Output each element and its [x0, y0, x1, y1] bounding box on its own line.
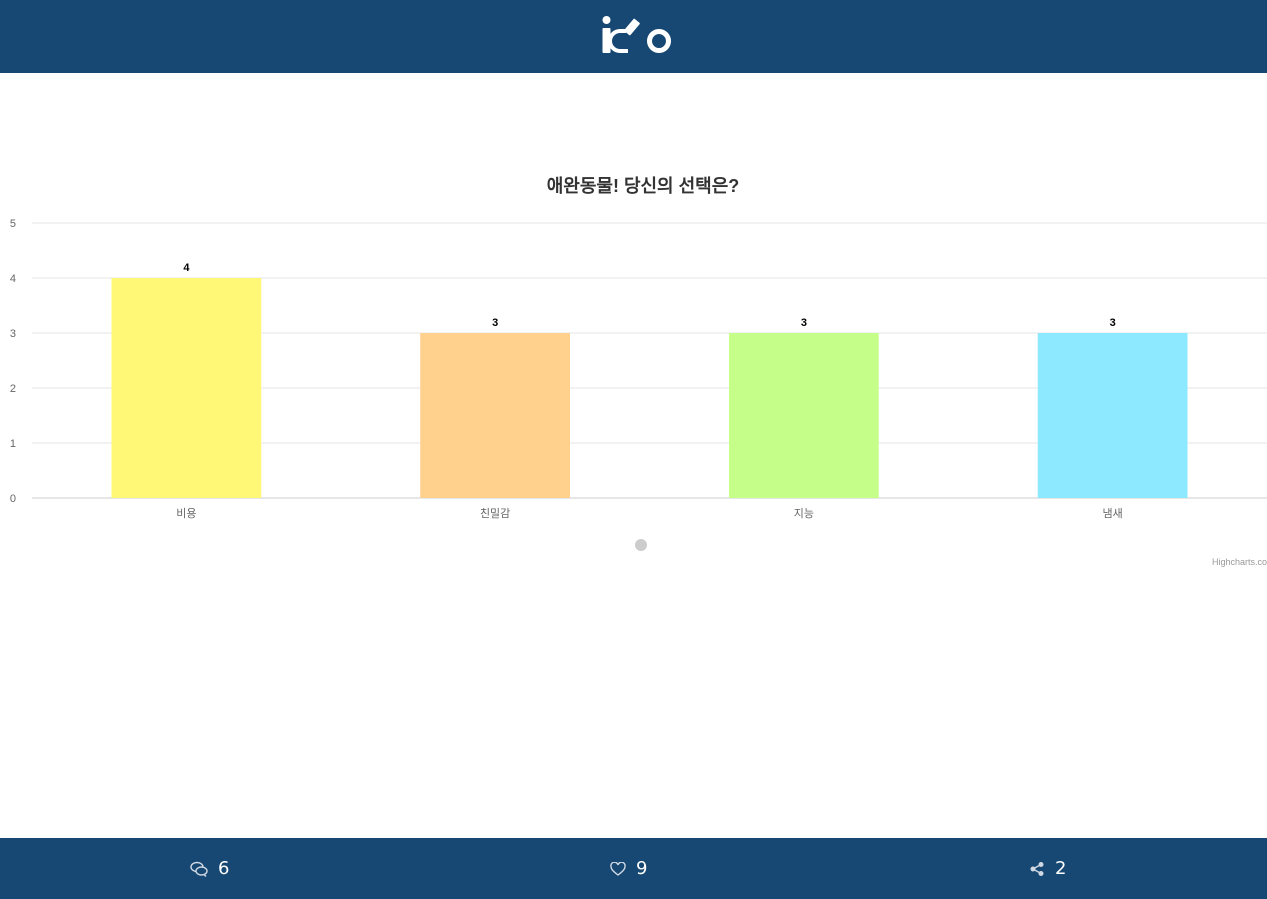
- shares-count: 2: [1055, 858, 1067, 879]
- y-tick-label: 5: [10, 218, 16, 230]
- x-tick-label: 친밀감: [480, 507, 510, 520]
- y-tick-label: 4: [10, 273, 16, 285]
- legend-navigation-dot[interactable]: [635, 539, 647, 551]
- data-label: 4: [183, 262, 190, 274]
- likes-count: 9: [636, 858, 648, 879]
- heart-icon: [610, 861, 626, 876]
- x-tick-label: 지능: [794, 507, 814, 520]
- data-label: 3: [801, 317, 807, 329]
- app-header: [0, 0, 1267, 73]
- data-label: 3: [492, 317, 498, 329]
- chart-credit[interactable]: Highcharts.co: [1212, 557, 1267, 567]
- chart-title: 애완동물! 당신의 선택은?: [547, 176, 740, 196]
- x-tick-label: 냄새: [1103, 507, 1123, 520]
- y-tick-label: 1: [10, 438, 16, 450]
- x-tick-label: 비용: [176, 507, 196, 520]
- share-icon: [1030, 861, 1044, 876]
- chat-bubbles-icon: [190, 861, 208, 877]
- y-tick-label: 2: [10, 383, 16, 395]
- comments-count: 6: [218, 858, 230, 879]
- app-footer: 6 9 2: [0, 838, 1267, 899]
- comments-button[interactable]: 6: [190, 838, 229, 899]
- y-tick-label: 0: [10, 493, 16, 505]
- y-tick-label: 3: [10, 328, 16, 340]
- share-button[interactable]: 2: [1029, 838, 1066, 899]
- bar[interactable]: [1037, 333, 1188, 498]
- ido-logo-icon[interactable]: [601, 15, 673, 55]
- bar-chart: 애완동물! 당신의 선택은? 0 1 2 3 4 5 4 3 3 3 비용 친밀감 지능 냄새 Hig…: [10, 176, 1267, 567]
- likes-button[interactable]: 9: [610, 838, 647, 899]
- data-label: 3: [1110, 317, 1116, 329]
- bar[interactable]: [420, 333, 570, 498]
- bar[interactable]: [111, 278, 262, 498]
- y-axis: 0 1 2 3 4 5: [10, 218, 16, 505]
- bar[interactable]: [729, 333, 879, 498]
- x-axis: 비용 친밀감 지능 냄새: [176, 507, 1123, 520]
- chart-bars: 4 3 3 3: [111, 262, 1188, 498]
